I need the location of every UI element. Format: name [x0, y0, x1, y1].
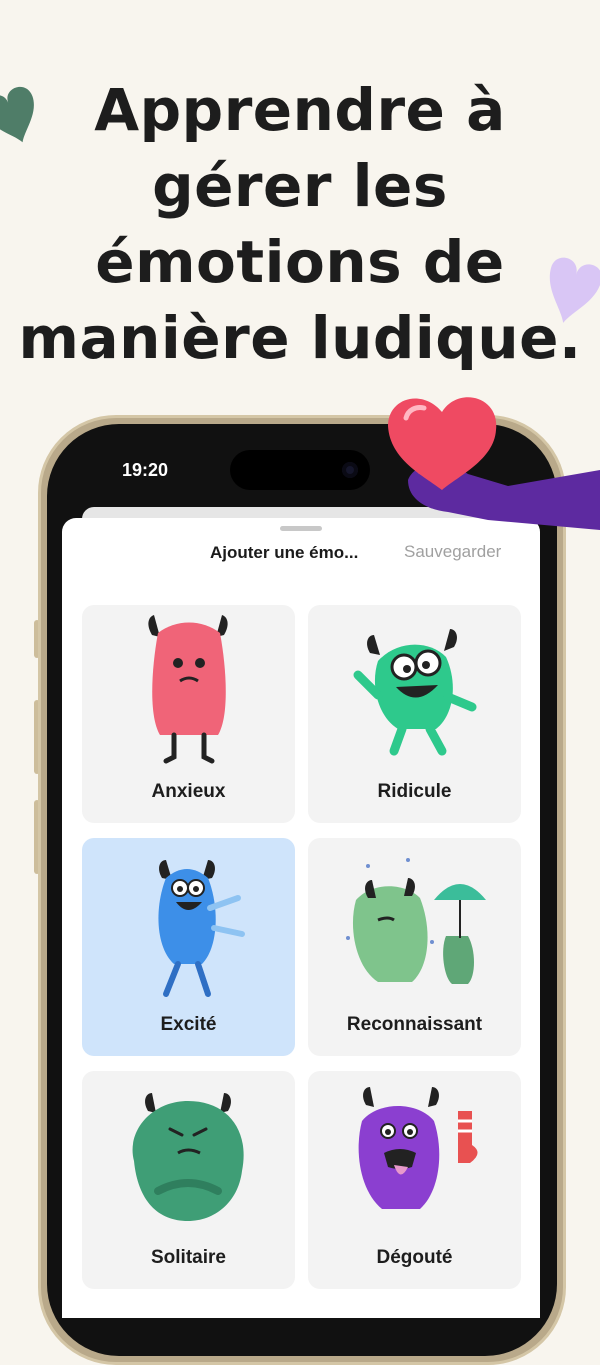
headline: Apprendre à gérer les émotions de manièr… [0, 72, 600, 376]
anxious-monster-illustration [148, 615, 228, 764]
silly-monster-illustration [353, 629, 477, 756]
emotion-card-excite[interactable]: Excité [82, 838, 295, 1056]
emotion-card-solitaire[interactable]: Solitaire [82, 1071, 295, 1289]
camera-icon [342, 462, 358, 478]
disgusted-monster-illustration [358, 1087, 478, 1209]
emotion-card-degoute[interactable]: Dégouté [308, 1071, 521, 1289]
emotion-card-anxieux[interactable]: Anxieux [82, 605, 295, 823]
headline-line-1: Apprendre à [94, 76, 506, 144]
emotion-label: Anxieux [151, 781, 226, 802]
headline-line-4: manière ludique. [18, 304, 582, 372]
purple-arm-holding-heart-icon [388, 397, 600, 530]
sheet-grabber[interactable] [280, 526, 322, 531]
emotion-label: Excité [160, 1014, 217, 1035]
lonely-monster-illustration [132, 1093, 244, 1221]
emotion-label: Reconnaissant [346, 1014, 483, 1035]
grateful-monsters-illustration [346, 858, 486, 984]
headline-line-3: émotions de [95, 228, 505, 296]
headline-line-2: gérer les [152, 152, 448, 220]
emotion-card-reconnaissant[interactable]: Reconnaissant [308, 838, 521, 1056]
excited-monster-illustration [158, 860, 245, 997]
emotion-label: Solitaire [151, 1247, 226, 1268]
emotion-label: Ridicule [377, 781, 452, 802]
emotion-card-ridicule[interactable]: Ridicule [308, 605, 521, 823]
add-emotion-sheet: Ajouter une émo... Sauvegarder Anxieux R… [62, 518, 540, 1318]
emotion-label: Dégouté [376, 1247, 453, 1268]
status-time: 19:20 [122, 460, 169, 480]
sheet-title: Ajouter une émo... [210, 543, 359, 562]
